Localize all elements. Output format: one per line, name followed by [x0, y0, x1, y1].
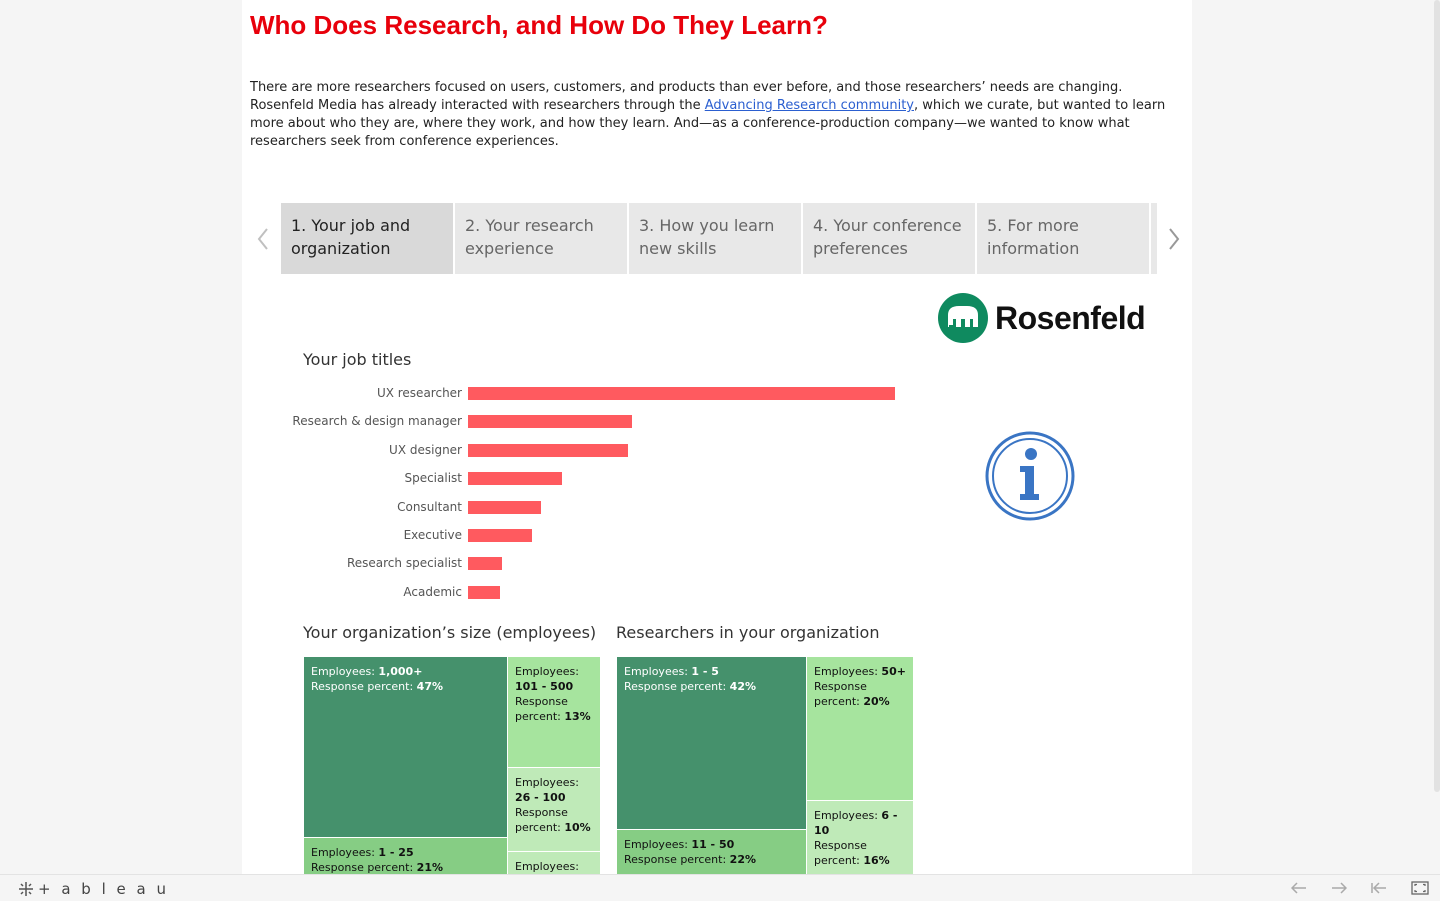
bar[interactable] [468, 557, 503, 571]
story-tabs: 1. Your job and organization 2. Your res… [281, 203, 1157, 274]
bar[interactable] [468, 415, 633, 429]
tab-conference-preferences[interactable]: 4. Your conference preferences [803, 203, 975, 274]
job-titles-title: Your job titles [303, 350, 412, 369]
bar[interactable] [468, 585, 501, 599]
treemap-cell[interactable]: Employees: 26 - 100 Response percent: 10% [507, 767, 601, 852]
tab-research-experience[interactable]: 2. Your research experience [455, 203, 627, 274]
tab-overflow [1151, 203, 1157, 274]
rosenfeld-logo: Rosenfeld [937, 292, 1146, 344]
intro-paragraph: There are more researchers focused on us… [250, 79, 1170, 151]
bar-label: Consultant [397, 499, 462, 514]
tableau-wordmark: + a b l e a u [38, 880, 169, 898]
tabs-prev-button[interactable] [253, 222, 273, 256]
treemap-cell[interactable]: Employees: 1,000+ Response percent: 47% [303, 656, 508, 838]
org-size-title: Your organization’s size (employees) [303, 623, 597, 642]
bar-label: Specialist [404, 471, 462, 486]
bar-label: Research & design manager [292, 414, 462, 429]
bar-label: UX researcher [376, 386, 462, 400]
treemap-cell[interactable]: Employees: 50+ Response percent: 20% [806, 656, 914, 801]
undo-button[interactable] [1290, 879, 1308, 897]
treemap-cell[interactable]: Employees: 1 - 25 Response percent: 21% [303, 837, 508, 874]
bar-label: Academic [403, 584, 462, 599]
chevron-right-icon [1169, 228, 1180, 250]
tab-learn-new-skills[interactable]: 3. How you learn new skills [629, 203, 801, 274]
bar[interactable] [468, 500, 541, 514]
tableau-toolbar: + a b l e a u [0, 874, 1440, 901]
chevron-left-icon [257, 228, 268, 250]
treemap-cell[interactable]: Employees: 6 - 10 Response percent: 16% [806, 800, 914, 874]
fullscreen-icon [1411, 881, 1429, 895]
logo-text: Rosenfeld [995, 299, 1146, 336]
treemap-cell[interactable]: Employees: 11 - 50 Response percent: 22% [616, 829, 807, 874]
bar[interactable] [468, 529, 533, 542]
tableau-logo[interactable]: + a b l e a u [18, 880, 169, 898]
info-button[interactable] [984, 430, 1076, 526]
undo-icon [1291, 882, 1306, 894]
advancing-research-link[interactable]: Advancing Research community [705, 98, 914, 113]
page-scrollbar[interactable] [1434, 0, 1440, 792]
info-icon [985, 431, 1075, 521]
revert-button[interactable] [1370, 879, 1388, 897]
bar[interactable] [468, 387, 895, 400]
treemap-cell[interactable]: Employees: 1 - 5 Response percent: 42% [616, 656, 807, 830]
tab-job-organization[interactable]: 1. Your job and organization [281, 203, 453, 274]
bar[interactable] [468, 472, 562, 486]
tableau-plus-icon [19, 882, 33, 896]
elephant-icon [938, 293, 988, 343]
redo-icon [1332, 882, 1347, 894]
revert-icon [1371, 882, 1386, 894]
tab-more-information[interactable]: 5. For more information [977, 203, 1149, 274]
redo-button[interactable] [1330, 879, 1348, 897]
dashboard: Who Does Research, and How Do They Learn… [242, 0, 1192, 874]
bar-label: UX designer [389, 442, 462, 457]
researchers-title: Researchers in your organization [616, 623, 880, 642]
bar-label: Executive [403, 528, 462, 542]
tabs-next-button[interactable] [1164, 222, 1184, 256]
treemap-cell[interactable]: Employees: [507, 851, 601, 874]
page-title: Who Does Research, and How Do They Learn… [250, 10, 828, 40]
fullscreen-button[interactable] [1411, 879, 1429, 897]
treemap-cell[interactable]: Employees: 101 - 500 Response percent: 13% [507, 656, 601, 768]
bar-label: Research specialist [346, 556, 462, 571]
bar[interactable] [468, 443, 629, 457]
